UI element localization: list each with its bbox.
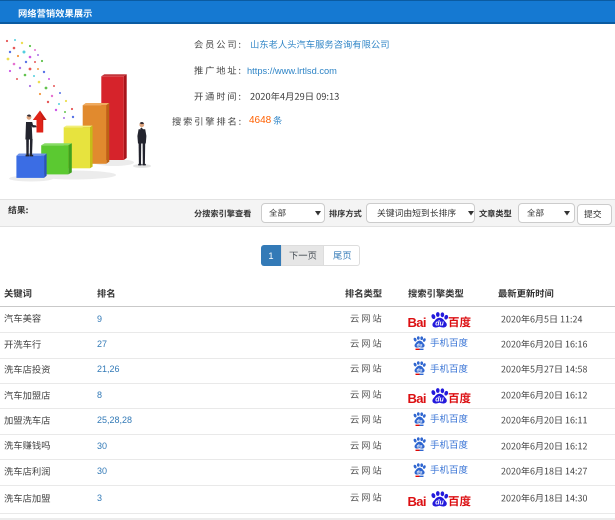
svg-text:du: du (417, 418, 423, 424)
svg-text:du: du (435, 396, 444, 403)
svg-text:du: du (435, 499, 444, 506)
svg-text:du: du (417, 469, 423, 475)
svg-text:du: du (435, 320, 444, 327)
svg-text:du: du (417, 443, 423, 449)
svg-text:du: du (417, 342, 423, 348)
svg-text:du: du (417, 367, 423, 373)
